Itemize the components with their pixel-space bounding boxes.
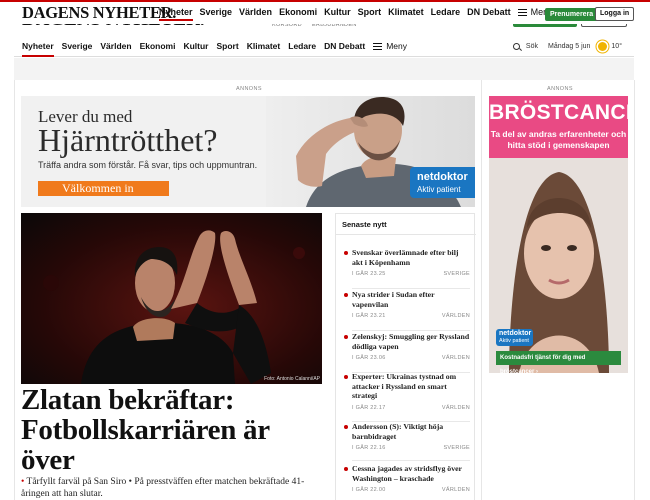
sticky-nav-klimatet[interactable]: Klimatet: [388, 7, 424, 21]
ad1-text: Träffa andra som förstår. Få svar, tips …: [38, 160, 258, 170]
sun-weather-icon: [598, 42, 608, 51]
search-label[interactable]: Sök: [526, 43, 538, 50]
page-border-right: [634, 80, 635, 500]
ad2-subtitle-1: Ta del av andras erfarenheter och: [490, 129, 627, 139]
news-divider: [352, 288, 470, 289]
ad1-cta-button[interactable]: Välkommen in: [38, 181, 169, 196]
sticky-header: DAGENS NYHETER. Nyheter Sverige Världen …: [0, 0, 650, 24]
menu-label: Meny: [386, 41, 408, 51]
sticky-nav-kultur[interactable]: Kultur: [324, 7, 351, 21]
ad1-brand-name: netdoktor: [417, 171, 468, 183]
news-item[interactable]: Svenskar överlämnade efter bilj akt i Kö…: [342, 248, 470, 289]
ad-label-main: ANNONS: [236, 86, 262, 92]
nav-ledare[interactable]: Ledare: [288, 41, 316, 57]
hero-photo-image: [21, 213, 322, 384]
news-item[interactable]: Andersson (S): Viktigt höja barnbidraget…: [342, 422, 470, 461]
nav-ekonomi[interactable]: Ekonomi: [140, 41, 176, 57]
ad2-cta-button[interactable]: Kostnadsfri tjänst för dig med bröstcanc…: [496, 351, 621, 373]
login-button[interactable]: Logga in: [595, 7, 635, 21]
news-section: SVERIGE: [443, 445, 470, 451]
photo-credit: Foto: Antonio Calanni/AP: [264, 376, 320, 382]
sticky-nav-ledare[interactable]: Ledare: [431, 7, 461, 21]
nav-kultur[interactable]: Kultur: [183, 41, 208, 57]
news-title[interactable]: Experter: Ukrainas tystnad om attacker i…: [342, 372, 470, 401]
news-title[interactable]: Svenskar överlämnade efter bilj akt i Kö…: [342, 248, 470, 267]
ad1-netdoktor-logo: netdoktor Aktiv patient: [410, 167, 475, 198]
sticky-nav-dn-debatt[interactable]: DN Debatt: [467, 7, 511, 21]
ad-label-side: ANNONS: [547, 86, 573, 92]
ad2-title: BRÖSTCANCER?: [489, 101, 628, 124]
column-divider: [481, 80, 482, 500]
news-item[interactable]: Nya strider i Sudan efter vapenvilan I G…: [342, 290, 470, 331]
ad-hjarntrotthet[interactable]: Lever du med Hjärntrötthet? Träffa andra…: [21, 96, 475, 207]
hero-lede-text: Tårfyllt farväl på San Siro • På presstv…: [21, 477, 305, 499]
news-item[interactable]: Zelenskyj: Smuggling ger Ryssland dödlig…: [342, 332, 470, 373]
nav-klimatet[interactable]: Klimatet: [247, 41, 281, 57]
sticky-nav: Nyheter Sverige Världen Ekonomi Kultur S…: [159, 7, 567, 21]
nav-varlden[interactable]: Världen: [100, 41, 131, 57]
temperature-label[interactable]: 10°: [611, 43, 622, 50]
news-time: I GÅR 23.06: [352, 355, 386, 361]
ad2-subtitle-2: hitta stöd i gemenskapen: [507, 140, 610, 150]
page-border-left: [14, 80, 15, 500]
news-title[interactable]: Zelenskyj: Smuggling ger Ryssland dödlig…: [342, 332, 470, 351]
hamburger-icon: [517, 9, 527, 17]
nav-nyheter[interactable]: Nyheter: [22, 41, 54, 57]
hamburger-icon: [373, 43, 383, 51]
ad1-headline: Hjärntrötthet?: [38, 122, 218, 158]
news-time: I GÅR 22.17: [352, 404, 386, 411]
site-logo[interactable]: DAGENS NYHETER.: [22, 3, 176, 23]
news-section: VÄRLDEN: [441, 313, 470, 319]
page: DAGENS NYHETER. KORSORD ERBJUDANDEN DAGE…: [0, 0, 650, 500]
latest-news-heading: Senaste nytt: [336, 214, 476, 235]
news-item[interactable]: Experter: Ukrainas tystnad om attacker i…: [342, 372, 470, 422]
hero-photo[interactable]: Foto: Antonio Calanni/AP: [21, 213, 322, 384]
news-section: VÄRLDEN: [441, 355, 470, 361]
news-section: VÄRLDEN: [441, 404, 470, 411]
news-time: I GÅR 22.00: [352, 487, 386, 493]
ad2-brand-sub: Aktiv patient: [499, 338, 529, 344]
search-icon[interactable]: [512, 43, 520, 50]
ad2-brand-name: netdoktor: [499, 330, 532, 337]
news-section: SVERIGE: [443, 271, 470, 277]
news-time: I GÅR 23.21: [352, 313, 386, 319]
ad2-subtitle: Ta del av andras erfarenheter och hitta …: [489, 129, 628, 151]
news-time: I GÅR 22.16: [352, 445, 386, 451]
hero-headline[interactable]: Zlatan bekräftar: Fotbollskarriären är ö…: [21, 385, 321, 475]
latest-news: Senaste nytt Svenskar överlämnade efter …: [335, 213, 476, 500]
main-nav: Nyheter Sverige Världen Ekonomi Kultur S…: [14, 35, 634, 57]
news-title[interactable]: Nya strider i Sudan efter vapenvilan: [342, 290, 470, 309]
top-ad-band: [14, 58, 634, 80]
sticky-nav-sport[interactable]: Sport: [358, 7, 382, 21]
sticky-nav-sverige[interactable]: Sverige: [200, 7, 233, 21]
news-divider: [352, 330, 470, 331]
nav-sverige[interactable]: Sverige: [62, 41, 93, 57]
sticky-nav-varlden[interactable]: Världen: [239, 7, 272, 21]
news-item[interactable]: Cessna jagades av stridsflyg över Washin…: [342, 464, 470, 493]
premium-button[interactable]: Prenumerera: [545, 8, 599, 21]
date-label: Måndag 5 jun: [547, 43, 591, 50]
ad2-netdoktor-logo: netdoktor Aktiv patient: [496, 329, 533, 346]
news-title[interactable]: Cessna jagades av stridsflyg över Washin…: [342, 464, 470, 483]
menu-button[interactable]: Meny: [373, 41, 415, 57]
news-section: VÄRLDEN: [441, 487, 470, 493]
sticky-nav-nyheter[interactable]: Nyheter: [159, 7, 193, 21]
news-title[interactable]: Andersson (S): Viktigt höja barnbidraget: [342, 422, 470, 441]
news-time: I GÅR 23.25: [352, 271, 386, 277]
ad1-brand-sub: Aktiv patient: [417, 185, 461, 194]
nav-sport[interactable]: Sport: [217, 41, 239, 57]
news-divider: [352, 460, 470, 461]
ad-brostcancer[interactable]: BRÖSTCANCER? Ta del av andras erfarenhet…: [489, 96, 628, 373]
sticky-nav-ekonomi[interactable]: Ekonomi: [279, 7, 317, 21]
nav-dn-debatt[interactable]: DN Debatt: [324, 41, 365, 57]
hero-lede: • Tårfyllt farväl på San Siro • På press…: [21, 476, 321, 500]
